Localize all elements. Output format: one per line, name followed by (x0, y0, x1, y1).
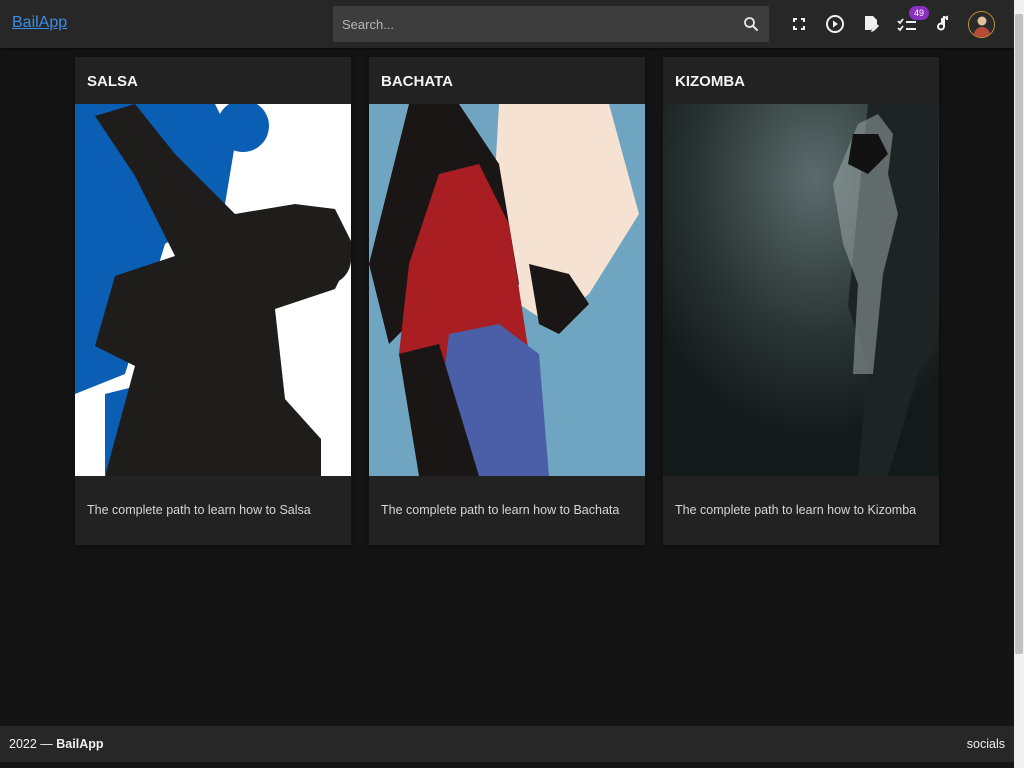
app-header: BailApp 49 (0, 0, 1014, 48)
avatar-image (969, 12, 994, 37)
search-bar (333, 6, 769, 42)
card-title: SALSA (87, 73, 138, 90)
card-title: BACHATA (381, 73, 453, 90)
kizomba-photo (663, 104, 939, 476)
socials-link[interactable]: socials (967, 737, 1005, 751)
page: BailApp 49 (0, 0, 1014, 768)
scrollbar[interactable] (1014, 0, 1024, 768)
play-circle-icon[interactable] (823, 12, 847, 36)
brand-link[interactable]: BailApp (12, 14, 67, 32)
avatar[interactable] (968, 11, 995, 38)
search-input[interactable] (333, 6, 732, 42)
app-footer: 2022 — BailApp socials (0, 726, 1014, 762)
fullscreen-icon[interactable] (787, 12, 811, 36)
card-description: The complete path to learn how to Kizomb… (675, 503, 917, 517)
search-icon[interactable] (742, 15, 760, 33)
card-description: The complete path to learn how to Salsa (87, 503, 311, 517)
footer-brand: BailApp (56, 737, 104, 751)
scrollbar-thumb[interactable] (1015, 14, 1023, 654)
bachata-illustration (369, 104, 645, 476)
card-kizomba[interactable]: KIZOMBA The complete path to learn how t… (663, 57, 939, 545)
edit-note-icon[interactable] (859, 12, 883, 36)
card-title: KIZOMBA (675, 73, 745, 90)
copyright-year: 2022 — (9, 737, 53, 751)
copyright: 2022 — BailApp (9, 737, 104, 751)
music-note-icon[interactable] (931, 12, 955, 36)
salsa-illustration (75, 104, 351, 476)
card-description: The complete path to learn how to Bachat… (381, 503, 620, 517)
notification-badge: 49 (909, 6, 929, 20)
card-salsa[interactable]: SALSA The complete path to learn how to … (75, 57, 351, 545)
card-bachata[interactable]: BACHATA The complete path to learn how t… (369, 57, 645, 545)
